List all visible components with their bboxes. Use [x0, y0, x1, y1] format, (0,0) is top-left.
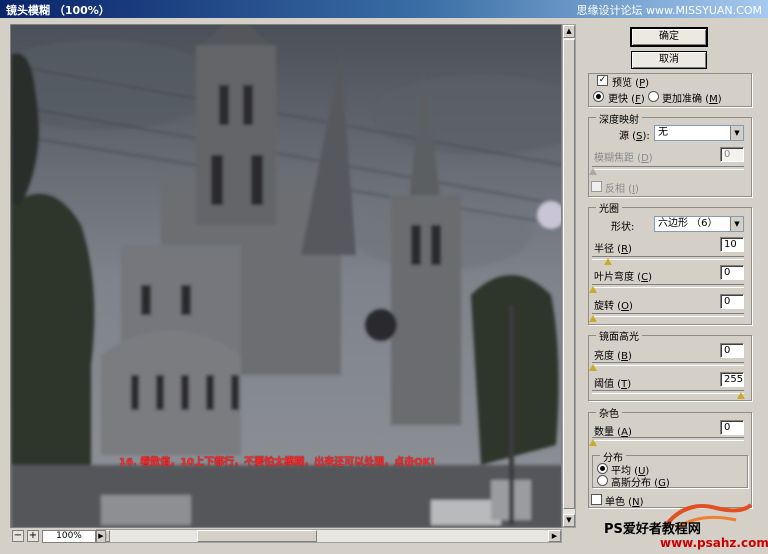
depth-map-title: 深度映射: [596, 111, 642, 126]
window-title: 镜头模糊 （100%）: [6, 4, 110, 17]
monochromatic-checkbox[interactable]: [591, 494, 602, 505]
monochromatic-label: 单色 (N): [605, 497, 644, 508]
iris-title: 光圈: [596, 200, 622, 215]
horizontal-scrollbar[interactable]: ◀ ▶: [96, 529, 562, 543]
horizontal-scroll-thumb[interactable]: [197, 530, 317, 542]
blade-curvature-slider-knob[interactable]: [589, 286, 597, 293]
vertical-scrollbar[interactable]: ▲ ▼: [562, 24, 576, 528]
radius-field[interactable]: 10: [720, 237, 744, 252]
amount-label: 数量 (A): [594, 427, 632, 438]
zoom-out-button[interactable]: −: [12, 530, 24, 542]
radius-slider-knob[interactable]: [603, 258, 612, 265]
zoom-level-field[interactable]: 100%: [42, 530, 96, 543]
more-accurate-label: 更加准确 (M): [662, 94, 722, 105]
preview-checkbox[interactable]: ✓: [597, 75, 608, 86]
shape-label: 形状:: [611, 222, 635, 233]
blade-curvature-slider[interactable]: [592, 284, 744, 288]
blur-focal-slider-knob[interactable]: [589, 168, 597, 175]
faster-radio[interactable]: [593, 91, 604, 102]
gaussian-radio[interactable]: [597, 475, 608, 486]
footer-url: www.psahz.com: [660, 536, 768, 550]
rotation-label: 旋转 (O): [594, 301, 633, 312]
zoom-in-button[interactable]: +: [27, 530, 39, 542]
source-select[interactable]: 无 ▼: [654, 125, 744, 141]
threshold-label: 阈值 (T): [594, 379, 632, 390]
source-label: 源 (S):: [619, 131, 650, 142]
blade-curvature-label: 叶片弯度 (C): [594, 272, 652, 283]
source-dropdown-icon[interactable]: ▼: [730, 126, 743, 140]
amount-field[interactable]: 0: [720, 420, 744, 435]
cancel-button[interactable]: 取消: [631, 51, 707, 69]
scroll-down-icon[interactable]: ▼: [563, 514, 575, 527]
radius-label: 半径 (R): [594, 244, 632, 255]
shape-select[interactable]: 六边形 （6） ▼: [654, 216, 744, 232]
footer-watermark: PS爱好者教程网: [604, 522, 701, 537]
amount-slider[interactable]: [592, 437, 744, 441]
site-watermark: 思缘设计论坛 www.MISSYUAN.COM: [576, 4, 762, 17]
uniform-radio[interactable]: [597, 463, 608, 474]
scroll-right-icon[interactable]: ▶: [548, 530, 561, 542]
zoom-dropdown-icon[interactable]: ▶: [96, 530, 106, 543]
ok-button[interactable]: 确定: [630, 27, 708, 47]
specular-highlights-title: 镜面高光: [596, 328, 642, 343]
blur-focal-field[interactable]: 0: [720, 147, 744, 162]
rotation-field[interactable]: 0: [720, 294, 744, 309]
radius-slider[interactable]: [592, 256, 744, 260]
gaussian-label: 高斯分布 (G): [611, 478, 670, 489]
invert-checkbox[interactable]: [591, 181, 602, 192]
threshold-slider[interactable]: [592, 390, 744, 394]
blade-curvature-field[interactable]: 0: [720, 265, 744, 280]
brightness-field[interactable]: 0: [720, 343, 744, 358]
invert-label: 反相 (I): [605, 184, 639, 195]
threshold-slider-knob[interactable]: [737, 392, 745, 399]
brightness-label: 亮度 (B): [594, 351, 632, 362]
rotation-slider[interactable]: [592, 313, 744, 317]
brightness-slider[interactable]: [592, 362, 744, 366]
noise-title: 杂色: [596, 405, 622, 420]
preview-image[interactable]: 16. 看数值，10上下都行，不要怕太模糊，出来还可以处理，点击OK!: [10, 24, 562, 528]
scroll-up-icon[interactable]: ▲: [563, 25, 575, 38]
faster-label: 更快 (F): [608, 94, 645, 105]
title-bar: 镜头模糊 （100%） 思缘设计论坛 www.MISSYUAN.COM: [0, 0, 768, 18]
preview-label: 预览 (P): [612, 78, 650, 89]
rotation-slider-knob[interactable]: [589, 315, 597, 322]
brightness-slider-knob[interactable]: [589, 364, 597, 371]
tutorial-annotation: 16. 看数值，10上下都行，不要怕太模糊，出来还可以处理，点击OK!: [119, 457, 435, 468]
more-accurate-radio[interactable]: [648, 91, 659, 102]
amount-slider-knob[interactable]: [589, 439, 597, 446]
blur-focal-slider[interactable]: [592, 166, 744, 170]
vertical-scroll-thumb[interactable]: [563, 39, 575, 509]
blur-focal-label: 模糊焦距 (D): [594, 153, 653, 164]
threshold-field[interactable]: 255: [720, 372, 744, 387]
shape-dropdown-icon[interactable]: ▼: [730, 217, 743, 231]
